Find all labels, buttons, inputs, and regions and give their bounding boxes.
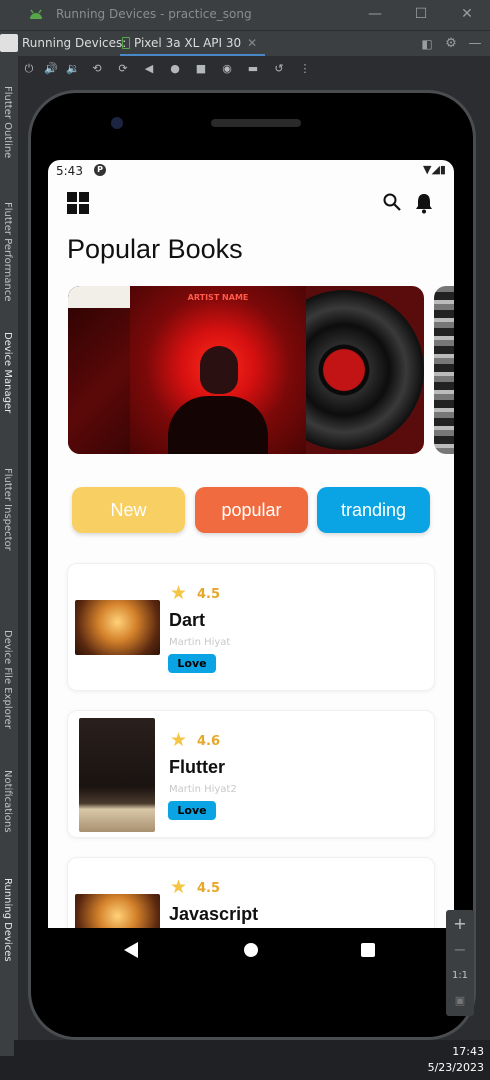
book-card[interactable]: ★ 4.5 Dart Martin Hiyat Love: [67, 563, 435, 691]
zoom-in-button[interactable]: +: [446, 914, 474, 933]
nav-home-icon[interactable]: [244, 943, 258, 957]
device-tab-label: Pixel 3a XL API 30: [134, 36, 242, 50]
maximize-icon[interactable]: ☐: [412, 5, 430, 23]
taskbar: 17:43 5/23/2023: [0, 1040, 490, 1080]
album-cover-image: ARTIST NAME: [130, 286, 306, 454]
speaker: [211, 119, 301, 127]
chip-new[interactable]: New: [72, 487, 185, 533]
chip-label: popular: [221, 500, 282, 520]
window-title: Running Devices - practice_song: [56, 7, 252, 21]
book-tag[interactable]: Love: [168, 654, 216, 673]
home-icon[interactable]: ●: [168, 62, 182, 76]
star-icon: ★: [170, 582, 188, 604]
grid-menu-icon[interactable]: [67, 192, 89, 214]
zoom-fit-icon[interactable]: ▣: [446, 994, 474, 1007]
close-tab-icon[interactable]: ✕: [247, 36, 257, 50]
status-time: 5:43: [56, 164, 83, 178]
clock-time: 17:43: [452, 1045, 484, 1058]
clock-date: 5/23/2023: [427, 1061, 484, 1074]
book-title: Javascript: [169, 904, 259, 924]
banner-left-art: [68, 286, 130, 454]
book-author: Martin Hiyat: [169, 637, 231, 648]
record-icon[interactable]: ▬: [246, 62, 260, 76]
artist-name-label: ARTIST NAME: [187, 293, 249, 302]
search-icon[interactable]: [382, 192, 402, 212]
camera-icon[interactable]: ◉: [220, 62, 234, 76]
star-icon: ★: [170, 729, 188, 751]
power-icon[interactable]: ⏻: [22, 62, 36, 76]
more-icon[interactable]: ⋮: [298, 62, 312, 76]
chip-label: tranding: [340, 500, 407, 520]
flutter-performance-tab[interactable]: Flutter Performance: [2, 202, 13, 302]
window-title-bar: Running Devices - practice_song — ☐ ✕: [0, 0, 490, 30]
gear-icon[interactable]: ⚙: [442, 35, 460, 53]
hide-icon[interactable]: —: [466, 35, 484, 53]
tool-window-strip: Flutter Outline Flutter Performance Devi…: [0, 56, 18, 1040]
book-rating: 4.6: [197, 734, 221, 749]
system-clock[interactable]: 17:43 5/23/2023: [428, 1044, 484, 1076]
nav-back-icon[interactable]: [124, 942, 138, 958]
book-cover-image: [79, 718, 155, 832]
close-icon[interactable]: ✕: [458, 5, 476, 23]
device-manager-tab[interactable]: Device Manager: [2, 332, 13, 413]
notifications-tab[interactable]: Notifications: [2, 770, 13, 833]
signal-wifi-battery-icon: ▼◢▮: [423, 163, 446, 176]
chip-trending[interactable]: tranding: [317, 487, 430, 533]
rotate-left-icon[interactable]: ⟲: [90, 62, 104, 76]
running-devices-tabbar: Running Devices: Pixel 3a XL API 30 ✕ ◧ ⚙…: [0, 30, 490, 57]
volume-down-icon[interactable]: 🔉: [66, 62, 80, 76]
book-author: Martin Hiyat2: [169, 784, 237, 795]
minimize-icon[interactable]: —: [366, 5, 384, 23]
volume-up-icon[interactable]: 🔊: [44, 62, 58, 76]
book-cover-image: [75, 894, 160, 928]
running-devices-label: Running Devices:: [22, 36, 127, 50]
chip-popular[interactable]: popular: [195, 487, 308, 533]
notification-icon: P: [94, 164, 106, 176]
phone-screen: 5:43 P ▼◢▮ Popular Books ARTIST NAME New…: [48, 160, 454, 928]
rotate-right-icon[interactable]: ⟳: [116, 62, 130, 76]
overview-icon[interactable]: ■: [194, 62, 208, 76]
layout-icon[interactable]: ◧: [418, 35, 436, 53]
book-title: Dart: [169, 610, 206, 630]
next-banner-peek[interactable]: [434, 286, 454, 454]
book-card[interactable]: ★ 4.6 Flutter Martin Hiyat2 Love: [67, 710, 435, 838]
android-nav-bar: [48, 928, 454, 972]
book-rating: 4.5: [197, 881, 221, 896]
user-icon: [0, 34, 18, 52]
phone-icon: [122, 37, 130, 49]
front-camera: [111, 117, 123, 129]
chip-label: New: [110, 500, 147, 520]
book-title: Flutter: [169, 757, 225, 777]
warning-icon: [0, 1040, 14, 1056]
device-file-explorer-tab[interactable]: Device File Explorer: [2, 630, 13, 729]
book-cover-image: [75, 600, 160, 655]
tab-device[interactable]: Pixel 3a XL API 30 ✕: [120, 31, 266, 57]
flutter-inspector-tab[interactable]: Flutter Inspector: [2, 468, 13, 551]
page-title: Popular Books: [67, 234, 243, 264]
status-bar: 5:43 P ▼◢▮: [48, 160, 454, 182]
emulator-toolbar: ⏻ 🔊 🔉 ⟲ ⟳ ◀ ● ■ ◉ ▬ ↺ ⋮: [18, 56, 490, 84]
zoom-actual-size-button[interactable]: 1:1: [446, 970, 474, 981]
nav-recents-icon[interactable]: [361, 943, 375, 957]
book-card[interactable]: ★ 4.5 Javascript: [67, 857, 435, 928]
android-icon: [30, 9, 42, 19]
bell-icon[interactable]: [414, 192, 434, 214]
running-devices-tab[interactable]: Running Devices: [2, 878, 13, 962]
book-rating: 4.5: [197, 587, 221, 602]
zoom-out-button[interactable]: −: [446, 940, 474, 959]
back-icon[interactable]: ◀: [142, 62, 156, 76]
featured-banner[interactable]: ARTIST NAME: [68, 286, 424, 454]
zoom-controls: + − 1:1 ▣: [446, 910, 474, 1016]
snapshot-icon[interactable]: ↺: [272, 62, 286, 76]
book-tag[interactable]: Love: [168, 801, 216, 820]
flutter-outline-tab[interactable]: Flutter Outline: [2, 86, 13, 158]
star-icon: ★: [170, 876, 188, 898]
